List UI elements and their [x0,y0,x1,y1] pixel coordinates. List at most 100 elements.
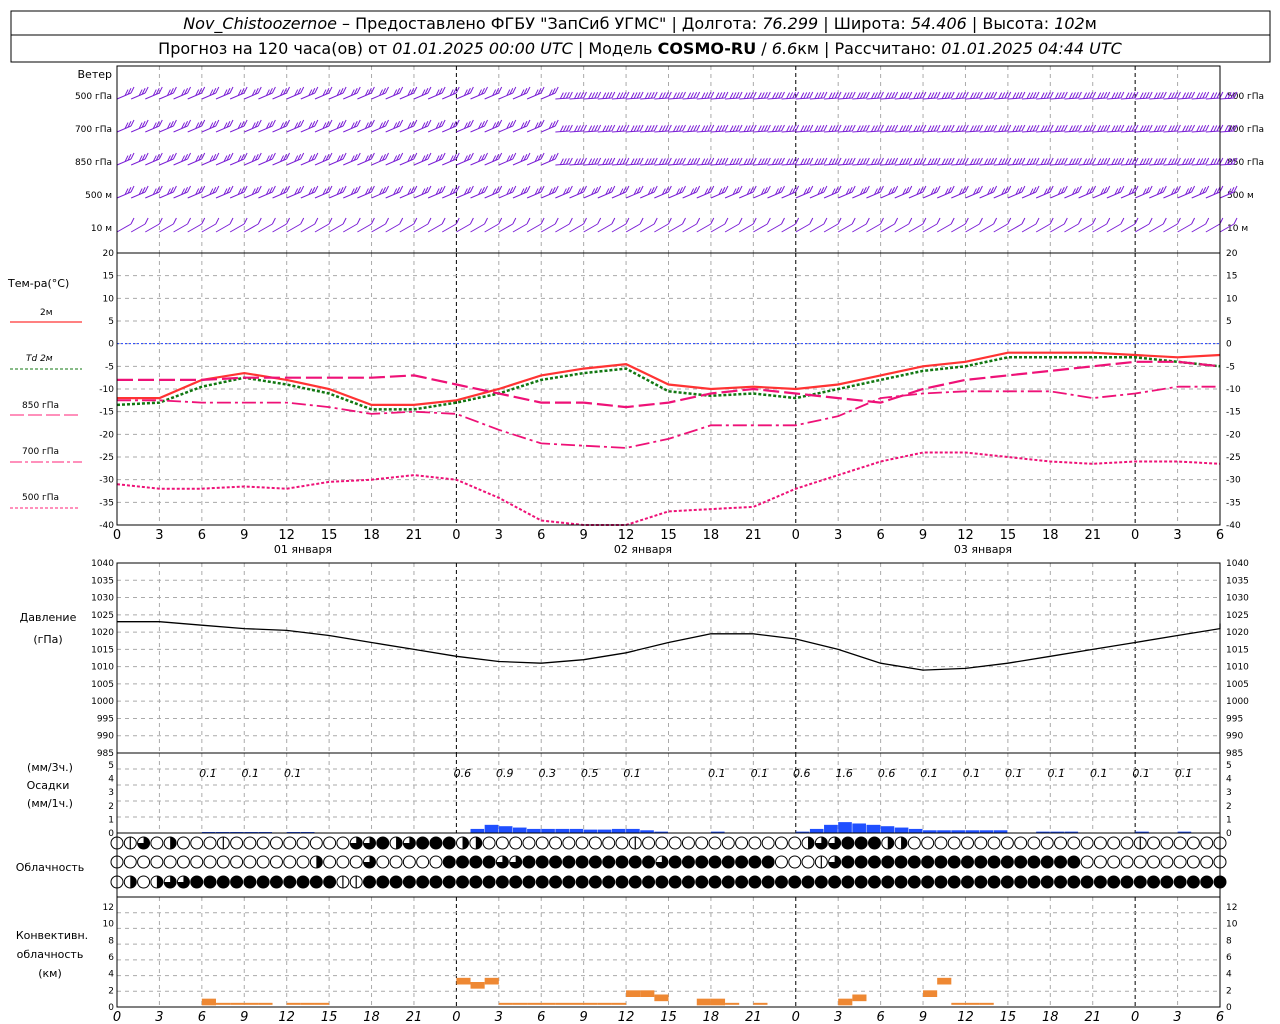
wind-barb-flag [1210,92,1215,99]
wind-barb-staff [215,158,231,166]
cloud-circle [934,836,948,850]
wind-barb-flag [979,157,983,165]
wind-barb-staff [1205,191,1221,199]
wind-barb-flag [877,91,881,99]
y-tick-label: 0 [108,829,114,839]
wind-barb-staff [541,191,556,199]
hour-label: 21 [1084,528,1101,543]
cloud-circle [907,836,921,850]
wind-barb-flag [718,92,723,99]
wind-barb-flag [597,185,602,193]
wind-barb-staff [244,92,259,100]
wind-barb-flag [766,124,771,132]
conv-bar [300,1002,315,1005]
wind-barb-flag [1078,157,1082,165]
wind-barb-flag [1210,125,1215,132]
wind-barb-flag [701,158,706,165]
calc-label: | Рассчитано: [819,39,941,58]
wind-barb-flag [961,157,966,165]
cloud-circle [1080,855,1094,869]
wind-barb-flag [1202,91,1207,99]
wind-barb-staff [159,223,174,233]
wind-barb-flag [1021,217,1026,225]
wind-barb-flag [976,124,980,132]
cloud-circle [535,855,549,869]
wind-barb-flag [1021,185,1026,193]
wind-barb-staff [215,191,231,199]
wind-barb-staff [328,223,344,233]
wind-barb-flag [314,86,319,94]
wind-barb-staff [640,97,655,100]
wind-barb-flag [130,86,135,94]
wind-barb-staff [852,163,867,166]
wind-barb-flag [1170,92,1175,99]
cloud-circle [894,875,908,889]
wind-barb-staff [343,191,358,199]
wind-barb-staff [611,191,627,199]
wind-barb-staff [555,130,570,133]
conv-bar [286,1002,301,1005]
wind-barb-flag [1111,92,1116,99]
wind-barb-staff [951,130,966,133]
cloud-circle [774,855,788,869]
wind-barb-flag [1191,124,1196,132]
wind-barb-flag [1128,92,1133,99]
wind-barb-staff [201,191,217,199]
wind-barb-staff [908,97,923,100]
y-tick-label: 8 [108,936,114,946]
wind-barb-staff [1036,97,1051,100]
cloud-circle [1173,836,1187,850]
conv-bar [654,994,669,1002]
y-tick-label-right: 2 [1226,986,1232,996]
wind-barb-staff [795,223,811,233]
wind-barb-flag [469,217,474,225]
precip-bar [611,828,626,833]
cloud-circle [1147,836,1161,850]
conv-bar [314,1002,330,1005]
wind-barb-flag [894,157,899,165]
wind-barb-flag [701,125,706,132]
wind-barb-flag [633,92,638,99]
wind-barb-staff [583,223,598,233]
cloud-circle [668,855,682,869]
wind-barb-flag [526,86,531,94]
wind-barb-staff [611,97,626,100]
cloud-circle [522,855,536,869]
wind-barb-flag [1139,125,1144,132]
cloud-circle [801,855,815,869]
wind-barb-flag [314,152,319,160]
hour-label-bottom: 9 [240,1010,248,1024]
wind-barb-staff [979,163,994,166]
wind-barb-staff [1106,97,1121,100]
wind-barb-flag [1035,157,1040,165]
wind-barb-staff [781,191,796,199]
cloud-circle [588,855,602,869]
precip-unit-3h: (мм/3ч.) [27,761,73,774]
wind-barb-flag [658,125,663,132]
wind-barb-flag [1072,125,1076,132]
wind-barb-staff [880,130,895,133]
hour-label: 15 [321,528,338,543]
wind-barb-flag [936,124,941,132]
wind-barb-staff [795,191,810,199]
wind-barb-flag [707,157,712,165]
wind-barb-flag [930,92,935,99]
wind-barb-flag [559,158,564,165]
wind-barb-staff [215,223,231,233]
cloud-circle [137,875,151,889]
hour-label-bottom: 15 [1000,1010,1017,1024]
wind-barb-flag [817,125,822,132]
wind-barb-flag [687,158,692,165]
wind-barb-flag [976,91,980,99]
wind-barb-staff [541,158,556,166]
wind-barb-staff [555,191,570,199]
wind-barb-staff [456,191,471,199]
wind-barb-flag [970,125,974,132]
wind-barb-staff [1092,223,1107,233]
wind-barb-flag [781,185,785,193]
precip-unit-1h: (мм/1ч.) [27,797,73,810]
wind-level-500m: 500 м [85,191,112,201]
cloud-circle [987,855,1001,869]
wind-barb-staff [470,223,485,233]
wind-barb-flag [1086,92,1091,99]
